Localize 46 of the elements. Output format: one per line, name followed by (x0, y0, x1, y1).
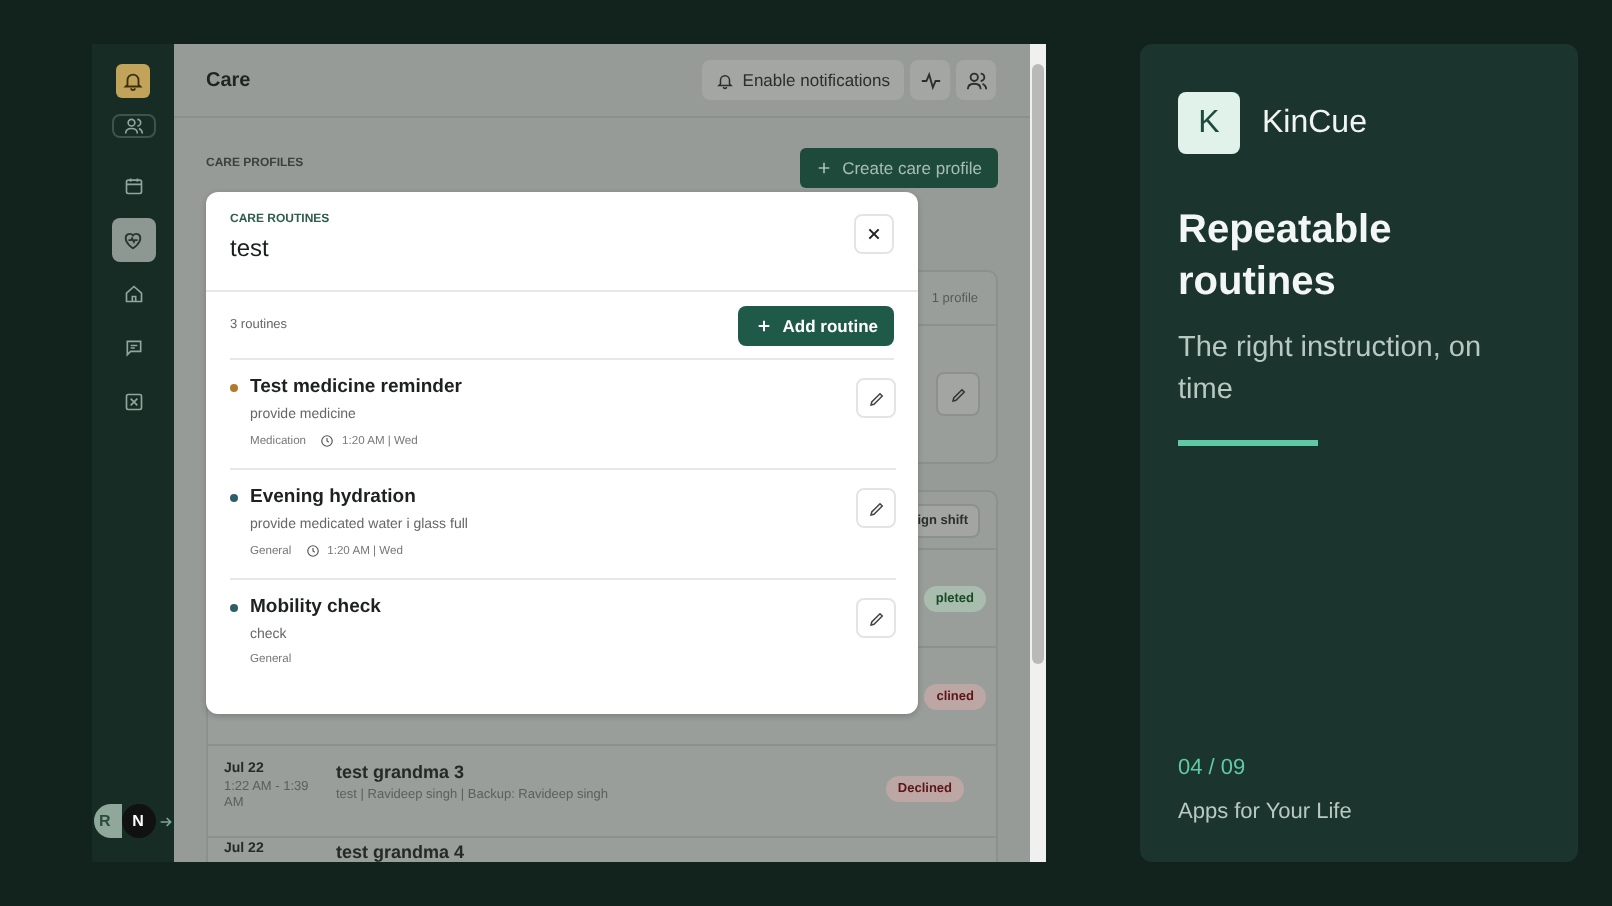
activity-icon (919, 69, 941, 91)
cross-square-icon (123, 392, 143, 412)
shift-title: test grandma 4 (336, 842, 465, 862)
people-nav-button[interactable] (111, 114, 155, 138)
user-avatar[interactable]: N (121, 804, 155, 838)
pencil-icon (867, 609, 885, 627)
pencil-icon (867, 499, 885, 517)
plus-icon (816, 160, 833, 176)
scrollbar[interactable] (1030, 44, 1046, 862)
promo-headline: Repeatable routines (1178, 206, 1394, 308)
pencil-icon (867, 389, 885, 407)
clock-icon (305, 544, 320, 558)
dialog-title: test (230, 234, 271, 262)
routine-title: Test medicine reminder (250, 376, 464, 398)
promo-subtitle: The right instruction, on time (1178, 330, 1484, 411)
bell-icon (716, 71, 735, 89)
activity-button[interactable] (910, 60, 950, 100)
people-icon (123, 116, 143, 136)
bell-logo-icon (116, 64, 150, 98)
message-icon (123, 338, 143, 358)
routine-title: Evening hydration (250, 486, 418, 508)
logout-icon[interactable] (157, 813, 173, 829)
heart-nav-button[interactable] (111, 218, 155, 262)
pencil-icon (949, 385, 967, 403)
close-button[interactable] (854, 214, 894, 254)
user-avatar[interactable]: R (93, 804, 121, 838)
page-title: Care (206, 69, 253, 91)
heart-pulse-icon (122, 229, 144, 251)
app-logo: K (1178, 92, 1240, 154)
people-icon (965, 69, 987, 91)
create-care-profile-button[interactable]: Create care profile (800, 148, 998, 188)
people-button[interactable] (956, 60, 996, 100)
add-routine-button[interactable]: Add routine (738, 305, 894, 345)
shift-title: test grandma 3 (336, 762, 467, 782)
accent-bar (1178, 440, 1318, 447)
promo-footer: Apps for Your Life (1178, 800, 1540, 824)
routine-title: Mobility check (250, 596, 383, 618)
page-counter: 04 / 09 (1178, 756, 1248, 780)
calendar-icon (123, 176, 143, 196)
close-icon (866, 226, 882, 242)
clock-icon (320, 434, 335, 448)
brand-name: KinCue (1262, 105, 1367, 141)
enable-notifications-button[interactable]: Enable notifications (702, 60, 904, 100)
plus-icon (756, 317, 773, 333)
edit-button[interactable] (936, 372, 980, 416)
home-icon (123, 284, 143, 304)
